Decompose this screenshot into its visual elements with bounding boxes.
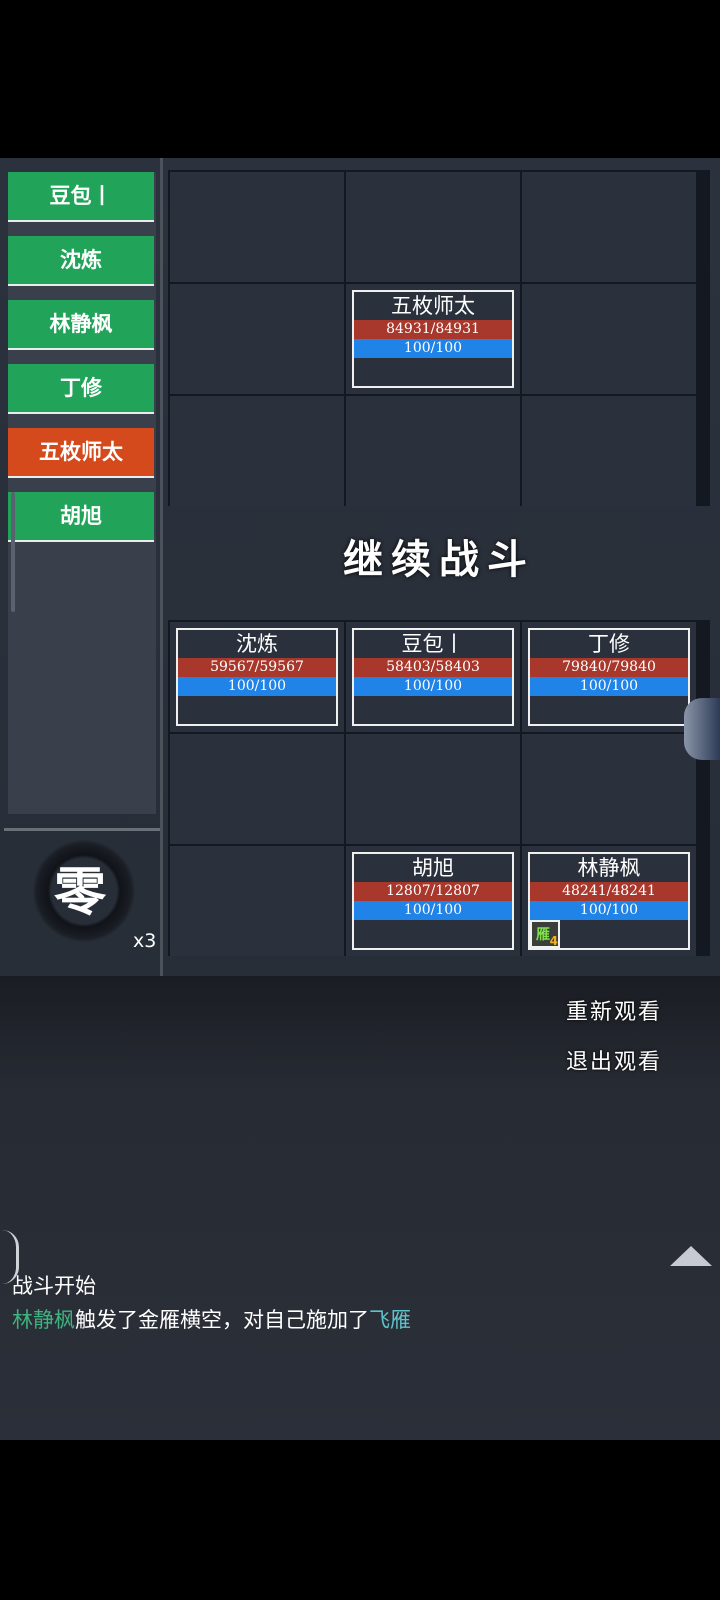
battle-log-panel: 重新观看 退出观看 战斗开始 林静枫触发了金雁横空，对自己施加了飞雁 (0, 976, 720, 1440)
battle-screen: 豆包丨 沈炼 林静枫 丁修 五枚师太 胡旭 零 x3 五枚师太 84931/84… (0, 158, 720, 1440)
horizontal-divider (4, 828, 160, 831)
hp-bar: 84931/84931 (354, 320, 512, 339)
unit-name: 林静枫 (577, 856, 641, 880)
mp-bar: 100/100 (530, 677, 688, 696)
unit-card-doubao[interactable]: 豆包丨 58403/58403 100/100 (352, 628, 514, 726)
mp-bar: 100/100 (178, 677, 336, 696)
grid-cell[interactable] (522, 284, 696, 394)
roster-scrollbar[interactable] (11, 492, 15, 612)
vertical-divider (160, 158, 163, 978)
grid-cell[interactable] (170, 284, 344, 394)
hp-bar: 48241/48241 (530, 882, 688, 901)
side-drawer-handle-icon[interactable] (684, 698, 720, 760)
log-effect: 飞雁 (369, 1308, 411, 1332)
hp-bar: 58403/58403 (354, 658, 512, 677)
unit-card-dingxiu[interactable]: 丁修 79840/79840 100/100 (528, 628, 690, 726)
mp-bar: 100/100 (354, 677, 512, 696)
grid-cell[interactable]: 沈炼 59567/59567 100/100 (170, 622, 344, 732)
exit-view-button[interactable]: 退出观看 (566, 1044, 662, 1076)
mp-bar: 100/100 (354, 901, 512, 920)
speed-multiplier: x3 (133, 930, 157, 952)
speed-toggle-button[interactable]: 零 (40, 858, 120, 928)
hp-bar: 59567/59567 (178, 658, 336, 677)
grid-cell[interactable] (522, 734, 696, 844)
unit-name: 丁修 (588, 632, 630, 656)
grid-cell[interactable] (170, 734, 344, 844)
grid-cell[interactable] (170, 846, 344, 956)
roster-item-dingxiu[interactable]: 丁修 (8, 364, 154, 414)
expand-up-arrow-icon[interactable] (670, 1246, 712, 1266)
grid-cell[interactable] (522, 396, 696, 506)
roster-item-linjingfeng[interactable]: 林静枫 (8, 300, 154, 350)
unit-name: 胡旭 (412, 856, 454, 880)
grid-cell[interactable] (346, 734, 520, 844)
grid-cell[interactable]: 丁修 79840/79840 100/100 (522, 622, 696, 732)
grid-cell[interactable]: 胡旭 12807/12807 100/100 (346, 846, 520, 956)
enemy-grid: 五枚师太 84931/84931 100/100 (168, 170, 710, 506)
unit-card-shenlian[interactable]: 沈炼 59567/59567 100/100 (176, 628, 338, 726)
unit-name: 豆包丨 (401, 632, 465, 656)
roster-item-shenlian[interactable]: 沈炼 (8, 236, 154, 286)
replay-button[interactable]: 重新观看 (566, 994, 662, 1026)
log-line: 林静枫触发了金雁横空，对自己施加了飞雁 (12, 1304, 411, 1334)
hp-bar: 12807/12807 (354, 882, 512, 901)
grid-cell[interactable]: 五枚师太 84931/84931 100/100 (346, 284, 520, 394)
log-actor: 林静枫 (12, 1308, 75, 1332)
buff-feiyan-icon[interactable]: 雁 4 (530, 920, 560, 948)
roster-item-doubao[interactable]: 豆包丨 (8, 172, 154, 222)
grid-cell[interactable]: 林静枫 48241/48241 100/100 雁 4 (522, 846, 696, 956)
unit-name: 沈炼 (236, 632, 278, 656)
mp-bar: 100/100 (530, 901, 688, 920)
roster-item-wumeishitai[interactable]: 五枚师太 (8, 428, 154, 478)
roster-item-huxu[interactable]: 胡旭 (8, 492, 154, 542)
ally-grid: 沈炼 59567/59567 100/100 豆包丨 58403/58403 1… (168, 620, 710, 956)
grid-cell[interactable]: 豆包丨 58403/58403 100/100 (346, 622, 520, 732)
unit-card-linjingfeng[interactable]: 林静枫 48241/48241 100/100 雁 4 (528, 852, 690, 950)
grid-cell[interactable] (170, 172, 344, 282)
mp-bar: 100/100 (354, 339, 512, 358)
continue-battle-button[interactable]: 继续战斗 (168, 530, 710, 590)
grid-cell[interactable] (170, 396, 344, 506)
unit-name: 五枚师太 (391, 294, 475, 318)
grid-cell[interactable] (346, 396, 520, 506)
buff-stack-count: 4 (549, 934, 558, 948)
grid-cell[interactable] (522, 172, 696, 282)
buff-char: 雁 (536, 927, 550, 943)
log-line: 战斗开始 (12, 1274, 96, 1298)
grid-cell[interactable] (346, 172, 520, 282)
unit-roster: 豆包丨 沈炼 林静枫 丁修 五枚师太 胡旭 (8, 172, 156, 814)
hp-bar: 79840/79840 (530, 658, 688, 677)
log-text: 触发了金雁横空，对自己施加了 (75, 1308, 369, 1332)
unit-card-wumeishitai[interactable]: 五枚师太 84931/84931 100/100 (352, 290, 514, 388)
unit-card-huxu[interactable]: 胡旭 12807/12807 100/100 (352, 852, 514, 950)
